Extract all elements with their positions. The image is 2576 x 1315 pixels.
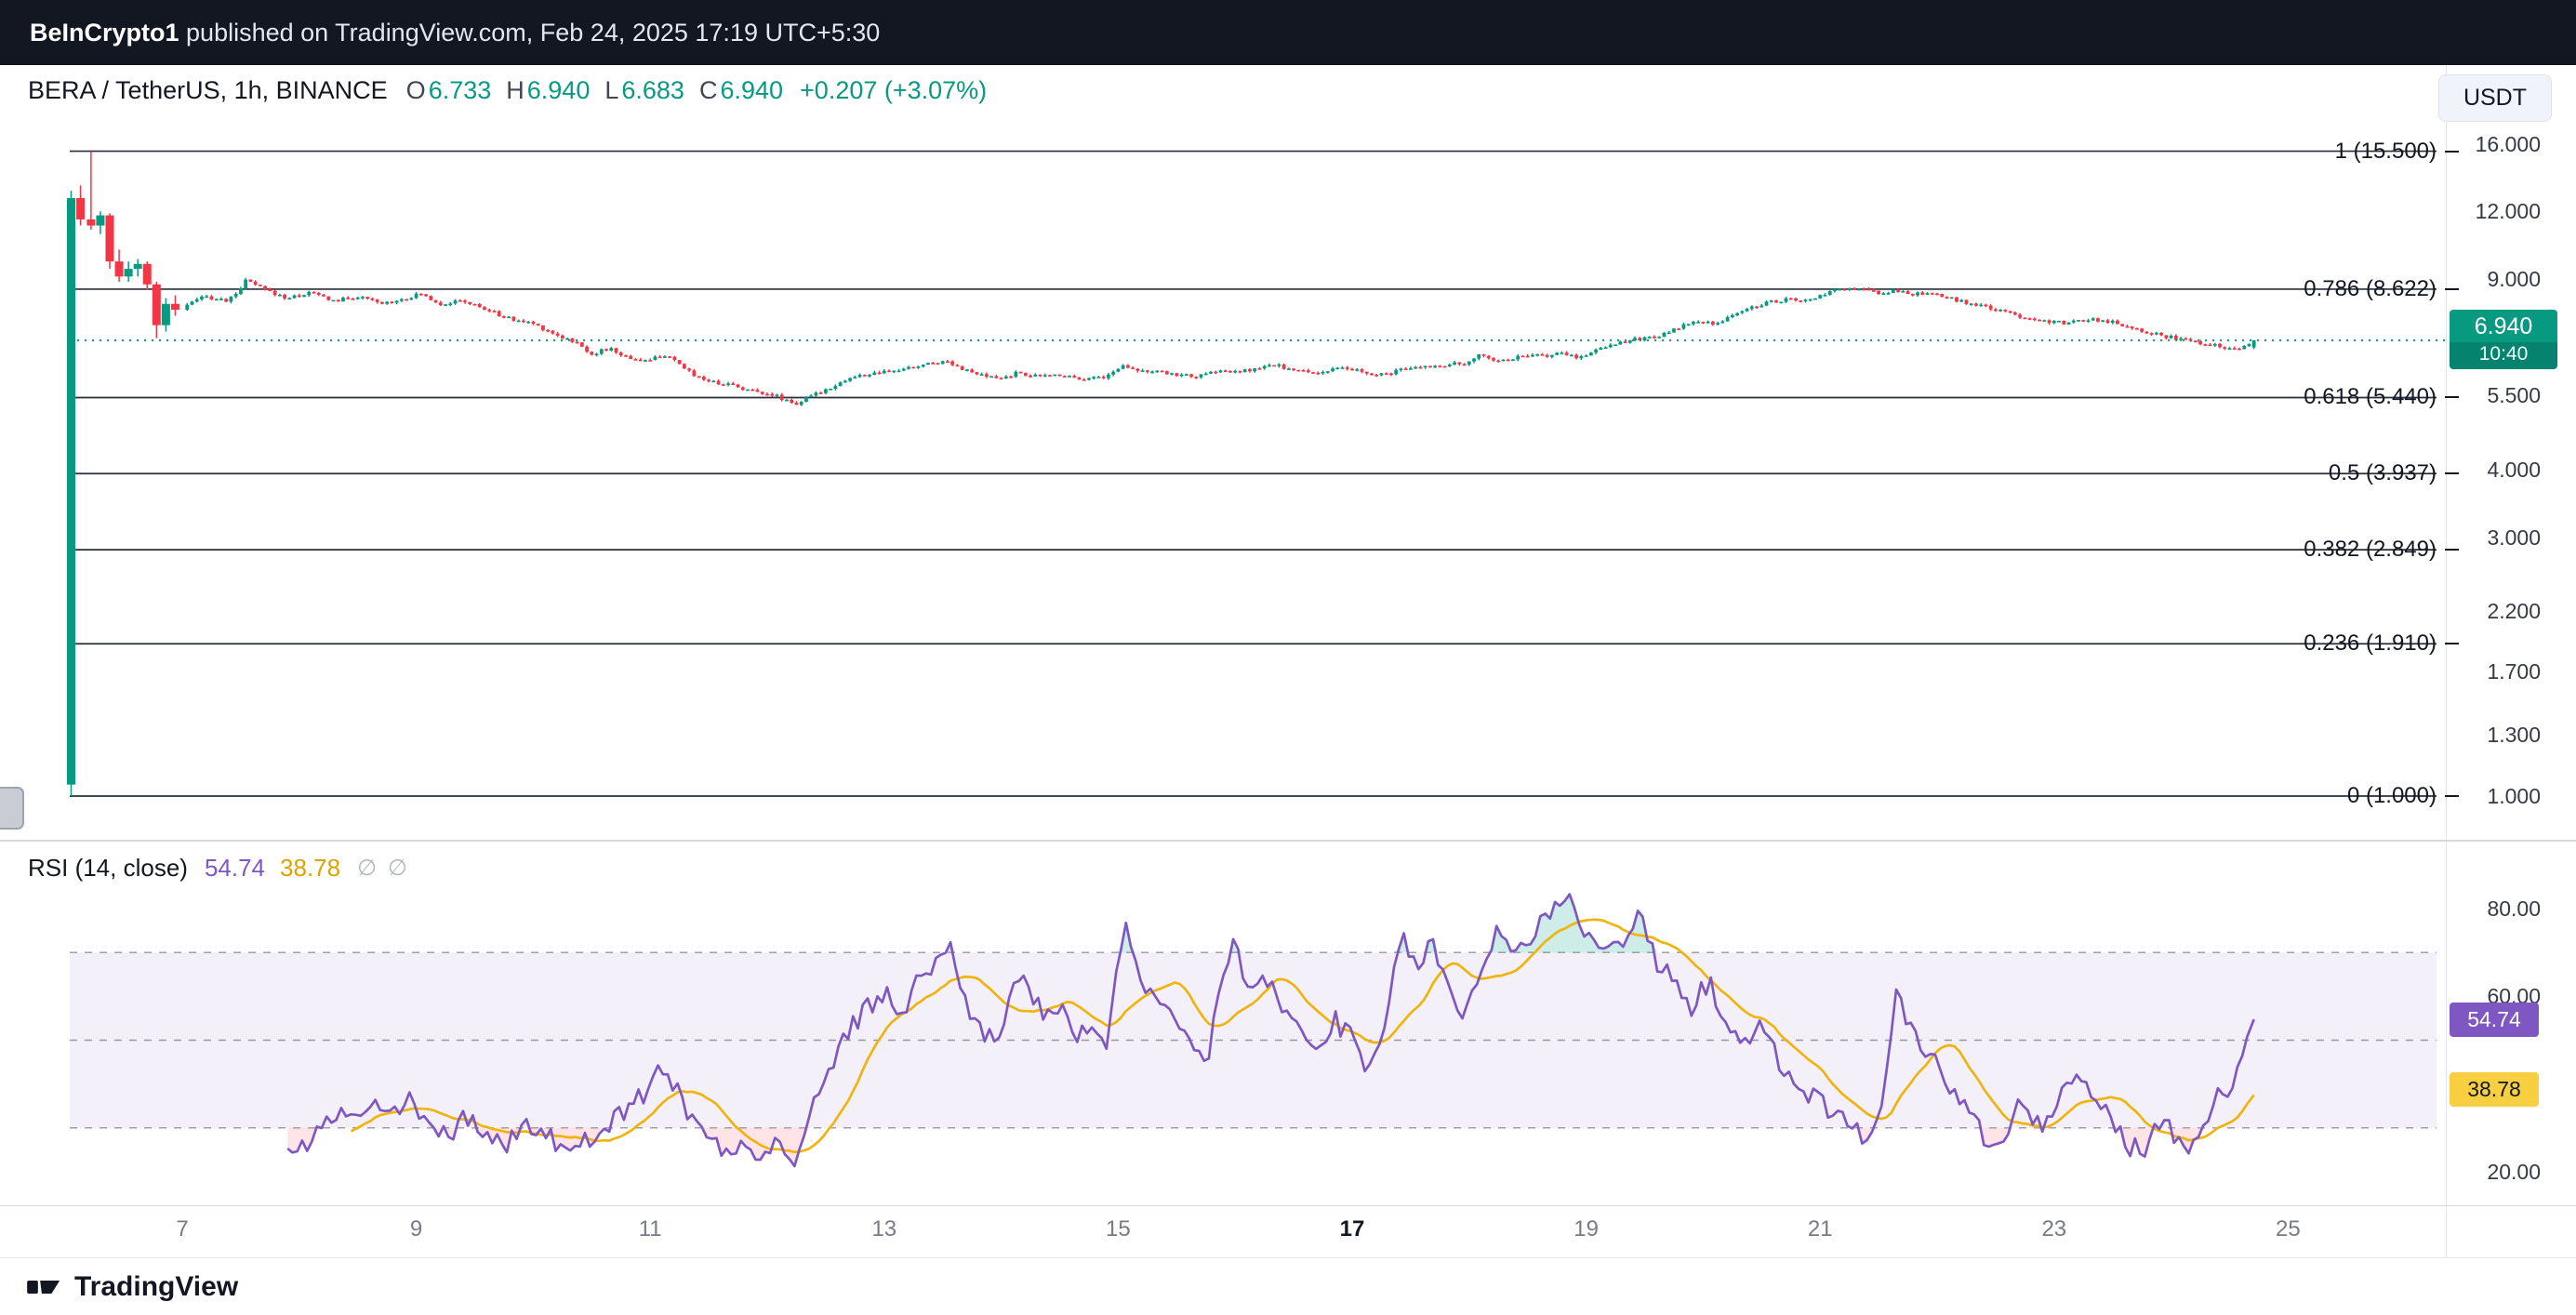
fib-label-text: 0.236 (1.910) — [2304, 630, 2437, 658]
fib-label-text: 0.382 (2.849) — [2304, 536, 2437, 564]
low-label: L — [604, 76, 618, 105]
fib-tick-mark — [2445, 472, 2459, 474]
price-axis-label: 3.000 — [2487, 525, 2541, 550]
fib-level-label: 0.786 (8.622) — [2304, 275, 2459, 303]
time-axis-label: 21 — [1808, 1216, 1833, 1242]
pane-separator[interactable] — [0, 840, 2576, 842]
close-value: 6.940 — [720, 76, 783, 105]
time-axis-label: 19 — [1573, 1216, 1599, 1242]
rsi-eye-off-icon[interactable]: ∅ — [357, 855, 377, 882]
price-axis-label: 12.000 — [2476, 199, 2541, 223]
ohlc-close: C6.940 — [699, 76, 783, 105]
price-axis-label: 1.300 — [2487, 723, 2541, 747]
price-axis-label: 9.000 — [2487, 267, 2541, 291]
price-axis-label: 1.000 — [2487, 784, 2541, 808]
price-axis-label: 5.500 — [2487, 383, 2541, 407]
rsi-axis-label: 20.00 — [2487, 1160, 2541, 1184]
price-axis-label: 1.700 — [2487, 659, 2541, 684]
fib-label-text: 0.786 (8.622) — [2304, 275, 2437, 303]
time-axis-label: 15 — [1106, 1216, 1131, 1242]
current-price-badge: 6.940 10:40 — [2450, 310, 2557, 369]
rsi-eye-off-icon[interactable]: ∅ — [388, 855, 407, 882]
low-value: 6.683 — [621, 76, 684, 105]
time-axis-label: 25 — [2276, 1216, 2301, 1242]
symbol-legend: BERA / TetherUS, 1h, BINANCE O6.733 H6.9… — [28, 76, 987, 105]
fib-level-label: 0.236 (1.910) — [2304, 630, 2459, 658]
tradingview-logo-icon[interactable] — [26, 1275, 65, 1299]
fib-tick-mark — [2445, 549, 2459, 551]
fib-tick-mark — [2445, 643, 2459, 644]
fib-tick-mark — [2445, 151, 2459, 153]
fib-level-label: 0.382 (2.849) — [2304, 536, 2459, 564]
ohlc-high: H6.940 — [506, 76, 590, 105]
ohlc-low: L6.683 — [604, 76, 684, 105]
rsi-value-badge: 54.74 — [2450, 1003, 2539, 1037]
price-axis-label: 4.000 — [2487, 458, 2541, 482]
fib-level-label: 1 (15.500) — [2335, 138, 2459, 166]
fib-tick-mark — [2445, 795, 2459, 797]
rsi-indicator-title[interactable]: RSI (14, close) — [28, 854, 188, 883]
fib-label-text: 1 (15.500) — [2335, 138, 2437, 166]
currency-toggle-button[interactable]: USDT — [2438, 74, 2552, 122]
fib-label-text: 0 (1.000) — [2347, 782, 2437, 810]
chart-area[interactable]: BERA / TetherUS, 1h, BINANCE O6.733 H6.9… — [0, 0, 2576, 1315]
high-label: H — [506, 76, 524, 105]
left-edge-cropped-icon — [0, 787, 24, 830]
rsi-ma-value-badge: 38.78 — [2450, 1072, 2539, 1107]
fib-level-label: 0 (1.000) — [2347, 782, 2459, 810]
current-price-value: 6.940 — [2450, 310, 2557, 342]
time-axis-label: 11 — [639, 1216, 662, 1242]
time-axis-label: 23 — [2041, 1216, 2066, 1242]
fib-label-text: 0.618 (5.440) — [2304, 383, 2437, 411]
rsi-ma-value: 38.78 — [280, 854, 340, 883]
symbol-title[interactable]: BERA / TetherUS, 1h, BINANCE — [28, 76, 388, 105]
chart-canvas[interactable] — [0, 0, 2576, 1315]
fib-label-text: 0.5 (3.937) — [2329, 459, 2437, 487]
footer-bar: TradingView — [0, 1258, 2576, 1315]
ohlc-open: O6.733 — [406, 76, 492, 105]
high-value: 6.940 — [527, 76, 591, 105]
change-value: +0.207 (+3.07%) — [800, 76, 987, 105]
time-axis-label: 17 — [1340, 1216, 1365, 1242]
rsi-value: 54.74 — [205, 854, 265, 883]
time-axis-separator — [0, 1205, 2576, 1206]
open-label: O — [406, 76, 426, 105]
price-axis-label: 16.000 — [2476, 132, 2541, 156]
fib-tick-mark — [2445, 396, 2459, 398]
rsi-legend: RSI (14, close) 54.74 38.78 ∅ ∅ — [28, 854, 418, 883]
fib-level-label: 0.618 (5.440) — [2304, 383, 2459, 411]
time-axis-label: 7 — [176, 1216, 188, 1242]
rsi-axis-label: 80.00 — [2487, 897, 2541, 921]
fib-tick-mark — [2445, 288, 2459, 290]
time-axis-label: 9 — [410, 1216, 422, 1242]
bar-countdown: 10:40 — [2450, 342, 2557, 369]
price-scale-separator — [2446, 65, 2447, 1257]
fib-level-label: 0.5 (3.937) — [2329, 459, 2459, 487]
price-axis-label: 2.200 — [2487, 599, 2541, 623]
open-value: 6.733 — [429, 76, 492, 105]
tradingview-published-chart: BeInCrypto1 published on TradingView.com… — [0, 0, 2576, 1315]
tradingview-wordmark[interactable]: TradingView — [74, 1271, 238, 1303]
time-axis-label: 13 — [871, 1216, 896, 1242]
close-label: C — [699, 76, 718, 105]
